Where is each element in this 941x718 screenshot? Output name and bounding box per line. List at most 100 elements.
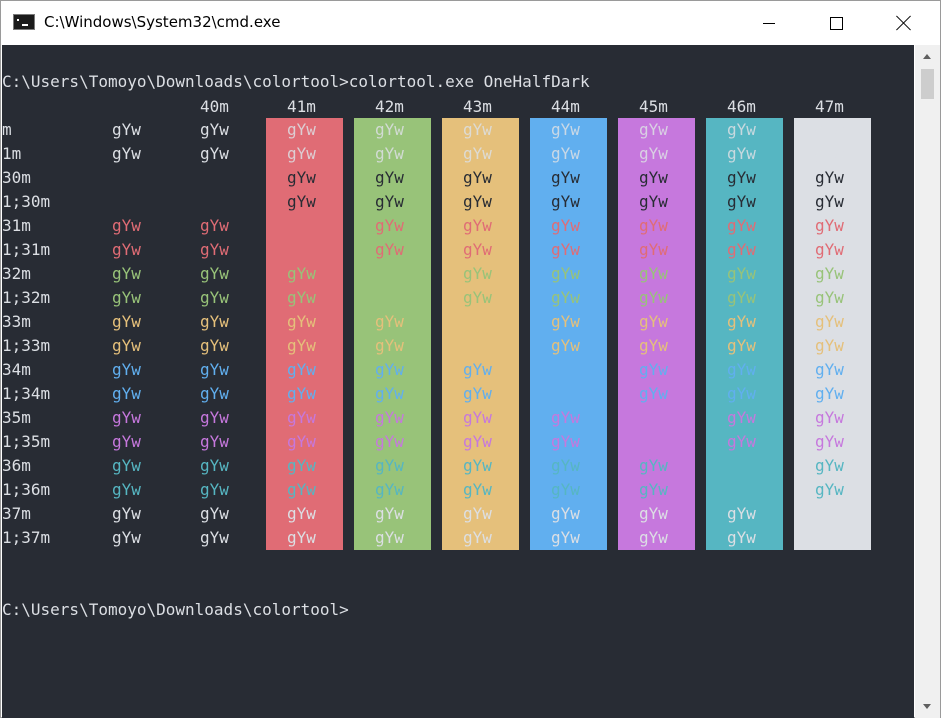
sample-text: gYw bbox=[815, 288, 844, 307]
sample-text: gYw bbox=[112, 528, 141, 547]
sample-text: gYw bbox=[287, 144, 316, 163]
fg-row-label: 30m bbox=[2, 168, 31, 187]
sample-text: gYw bbox=[727, 408, 756, 427]
sample-text: gYw bbox=[375, 120, 404, 139]
sample-text: gYw bbox=[375, 384, 404, 403]
scroll-up-button[interactable] bbox=[915, 45, 940, 67]
close-icon bbox=[896, 15, 912, 31]
sample-text: gYw bbox=[112, 120, 141, 139]
sample-text: gYw bbox=[463, 334, 492, 358]
sample-text: gYw bbox=[551, 456, 580, 475]
sample-text: gYw bbox=[639, 456, 668, 475]
sample-text: gYw bbox=[200, 408, 229, 427]
sample-text: gYw bbox=[463, 384, 492, 403]
sample-text: gYw bbox=[551, 528, 580, 547]
sample-text: gYw bbox=[463, 168, 492, 187]
sample-text: gYw bbox=[463, 216, 492, 235]
console-app-icon[interactable] bbox=[13, 14, 35, 30]
sample-text: gYw bbox=[200, 384, 229, 403]
sample-text: gYw bbox=[727, 432, 756, 451]
sample-text: gYw bbox=[551, 480, 580, 499]
sample-text: gYw bbox=[200, 360, 229, 379]
sample-text: gYw bbox=[375, 336, 404, 355]
sample-text: gYw bbox=[639, 288, 668, 307]
sample-text: gYw bbox=[375, 216, 404, 235]
sample-text: gYw bbox=[200, 480, 229, 499]
sample-text: gYw bbox=[287, 238, 316, 262]
sample-text: gYw bbox=[112, 144, 141, 163]
sample-text: gYw bbox=[727, 216, 756, 235]
sample-text: gYw bbox=[727, 264, 756, 283]
fg-row-label: 35m bbox=[2, 408, 31, 427]
sample-text: gYw bbox=[815, 168, 844, 187]
bg-header-45m: 45m bbox=[639, 97, 668, 116]
sample-text: gYw bbox=[815, 360, 844, 379]
maximize-icon bbox=[829, 16, 843, 30]
sample-text: gYw bbox=[112, 456, 141, 475]
bg-header-41m: 41m bbox=[287, 97, 316, 116]
sample-text: gYw bbox=[463, 408, 492, 427]
sample-text: gYw bbox=[815, 336, 844, 355]
sample-text: gYw bbox=[375, 528, 404, 547]
console-output[interactable]: C:\Users\Tomoyo\Downloads\colortool>colo… bbox=[2, 45, 914, 718]
fg-row-label: 33m bbox=[2, 312, 31, 331]
sample-text: gYw bbox=[815, 312, 844, 331]
close-button[interactable] bbox=[881, 1, 927, 45]
sample-text: gYw bbox=[112, 480, 141, 499]
sample-text: gYw bbox=[200, 288, 229, 307]
fg-row-label: 1;31m bbox=[2, 240, 51, 259]
scrollbar-thumb[interactable] bbox=[921, 69, 934, 99]
sample-text: gYw bbox=[375, 504, 404, 523]
bg-header-46m: 46m bbox=[727, 97, 756, 116]
sample-text: gYw bbox=[727, 384, 756, 403]
sample-text: gYw bbox=[463, 310, 492, 334]
sample-text: gYw bbox=[463, 144, 492, 163]
sample-text: gYw bbox=[727, 288, 756, 307]
sample-text: gYw bbox=[200, 144, 229, 163]
sample-text: gYw bbox=[815, 192, 844, 211]
sample-text: gYw bbox=[463, 192, 492, 211]
fg-row-label: 36m bbox=[2, 456, 31, 475]
sample-text: gYw bbox=[112, 312, 141, 331]
sample-text: gYw bbox=[200, 432, 229, 451]
sample-text: gYw bbox=[727, 528, 756, 547]
sample-text: gYw bbox=[200, 336, 229, 355]
scroll-down-button[interactable] bbox=[915, 696, 940, 718]
sample-text: gYw bbox=[551, 240, 580, 259]
sample-text: gYw bbox=[815, 120, 844, 139]
sample-text: gYw bbox=[639, 264, 668, 283]
sample-text: gYw bbox=[639, 384, 668, 403]
vertical-scrollbar[interactable] bbox=[915, 45, 940, 718]
minimize-icon bbox=[763, 22, 775, 24]
sample-text: gYw bbox=[815, 144, 844, 163]
sample-text: gYw bbox=[375, 360, 404, 379]
sample-text: gYw bbox=[463, 120, 492, 139]
sample-text: gYw bbox=[287, 312, 316, 331]
sample-text: gYw bbox=[287, 384, 316, 403]
sample-text: gYw bbox=[287, 168, 316, 187]
minimize-button[interactable] bbox=[746, 1, 792, 45]
sample-text: gYw bbox=[200, 120, 229, 139]
sample-text: gYw bbox=[375, 240, 404, 259]
sample-text: gYw bbox=[463, 288, 492, 307]
maximize-button[interactable] bbox=[813, 1, 859, 45]
sample-text: gYw bbox=[112, 166, 141, 190]
sample-text: gYw bbox=[287, 360, 316, 379]
sample-text: gYw bbox=[551, 216, 580, 235]
sample-text: gYw bbox=[815, 456, 844, 475]
title-bar[interactable]: C:\Windows\System32\cmd.exe bbox=[1, 1, 940, 45]
sample-text: gYw bbox=[375, 168, 404, 187]
sample-text: gYw bbox=[815, 264, 844, 283]
fg-row-label: 1m bbox=[2, 144, 22, 163]
sample-text: gYw bbox=[727, 454, 756, 478]
sample-text: gYw bbox=[287, 214, 316, 238]
sample-text: gYw bbox=[463, 456, 492, 475]
sample-text: gYw bbox=[463, 432, 492, 451]
fg-row-label: 34m bbox=[2, 360, 31, 379]
sample-text: gYw bbox=[727, 478, 756, 502]
sample-text: gYw bbox=[639, 336, 668, 355]
sample-text: gYw bbox=[639, 144, 668, 163]
window-title: C:\Windows\System32\cmd.exe bbox=[44, 13, 281, 31]
sample-text: gYw bbox=[287, 408, 316, 427]
sample-text: gYw bbox=[112, 336, 141, 355]
